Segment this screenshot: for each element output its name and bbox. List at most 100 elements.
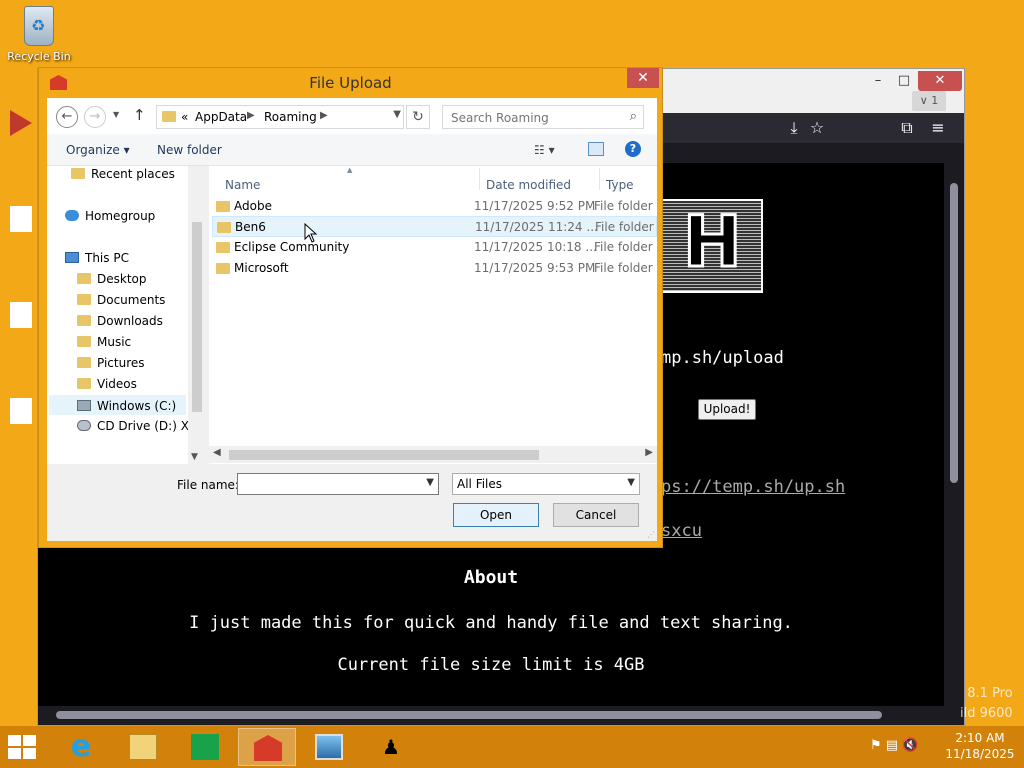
breadcrumb-overflow[interactable]: « bbox=[181, 110, 188, 124]
scroll-left-icon[interactable]: ◀ bbox=[213, 447, 221, 458]
system-tray: ⚑ ▤ 🔇 bbox=[870, 738, 918, 753]
new-folder-button[interactable]: New folder bbox=[157, 143, 222, 157]
nav-item-label: Pictures bbox=[97, 356, 145, 370]
column-header-date-modified[interactable]: Date modified bbox=[486, 178, 571, 192]
nav-item-videos[interactable]: Videos bbox=[77, 374, 137, 394]
preview-pane-icon[interactable] bbox=[588, 142, 604, 156]
breadcrumb-appdata[interactable]: AppData bbox=[195, 110, 247, 124]
folder-icon bbox=[217, 222, 231, 233]
page-vertical-scrollbar[interactable] bbox=[944, 163, 964, 706]
terminal-taskbar-button[interactable]: ♟ bbox=[362, 728, 420, 766]
folder-icon bbox=[77, 273, 91, 284]
file-name-combo[interactable]: ▼ bbox=[237, 473, 439, 495]
file-type-select[interactable]: All Files ▼ bbox=[452, 473, 640, 495]
nav-item-downloads[interactable]: Downloads bbox=[77, 311, 163, 331]
nav-item-label: Downloads bbox=[97, 314, 163, 328]
action-center-flag-icon[interactable]: ⚑ bbox=[870, 738, 882, 753]
desktop-shortcut-icon[interactable] bbox=[10, 110, 32, 136]
system-clock[interactable]: 2:10 AM 11/18/2025 bbox=[940, 730, 1020, 762]
nav-item-homegroup[interactable]: Homegroup bbox=[65, 206, 155, 226]
bookmark-star-icon[interactable]: ☆ bbox=[806, 117, 828, 139]
desktop-shortcut-icon[interactable] bbox=[10, 302, 32, 328]
up-arrow-icon[interactable]: ↑ bbox=[133, 106, 146, 124]
page-horizontal-scrollbar[interactable] bbox=[38, 706, 964, 725]
column-divider[interactable] bbox=[479, 168, 480, 190]
file-explorer-icon bbox=[129, 734, 157, 760]
nav-pane-scrollbar[interactable]: ▼ bbox=[188, 166, 205, 464]
file-name-input[interactable] bbox=[241, 475, 421, 493]
back-button[interactable]: ← bbox=[56, 106, 78, 128]
column-divider[interactable] bbox=[599, 168, 600, 190]
menu-icon[interactable]: ≡ bbox=[927, 117, 949, 139]
scroll-right-icon[interactable]: ▶ bbox=[645, 447, 653, 458]
scroll-thumb[interactable] bbox=[56, 711, 882, 719]
scroll-down-icon[interactable]: ▼ bbox=[191, 452, 198, 462]
address-dropdown-icon[interactable]: ▼ bbox=[393, 109, 401, 120]
nav-item-label: Desktop bbox=[97, 272, 147, 286]
refresh-button[interactable]: ↻ bbox=[406, 105, 430, 129]
volume-muted-icon[interactable]: 🔇 bbox=[902, 738, 918, 753]
desktop-shortcut-icon[interactable] bbox=[10, 398, 32, 424]
app-taskbar-button[interactable] bbox=[238, 728, 296, 766]
start-button[interactable] bbox=[8, 735, 38, 761]
search-input[interactable] bbox=[449, 110, 619, 126]
extensions-icon[interactable]: ⧉ bbox=[896, 117, 918, 139]
forward-button[interactable]: → bbox=[84, 106, 106, 128]
file-date: 11/17/2025 9:53 PM bbox=[474, 261, 596, 275]
store-taskbar-button[interactable] bbox=[176, 728, 234, 766]
nav-item-this-pc[interactable]: This PC bbox=[65, 248, 129, 268]
network-icon[interactable]: ▤ bbox=[886, 738, 898, 753]
search-box[interactable]: ⌕ bbox=[442, 105, 644, 129]
nav-item-windows-c[interactable]: Windows (C:) bbox=[49, 395, 186, 415]
resize-grip-icon[interactable]: ⋰ bbox=[647, 530, 655, 539]
breadcrumb-separator-icon[interactable]: ▶ bbox=[320, 110, 328, 121]
organize-button[interactable]: Organize ▾ bbox=[66, 143, 130, 157]
scroll-thumb[interactable] bbox=[229, 450, 539, 460]
nav-item-desktop[interactable]: Desktop bbox=[77, 269, 147, 289]
nav-item-recent-places[interactable]: Recent places bbox=[71, 166, 175, 184]
nav-item-pictures[interactable]: Pictures bbox=[77, 353, 145, 373]
downloads-icon[interactable]: ⤓ bbox=[783, 117, 805, 139]
nav-item-cd-drive[interactable]: CD Drive (D:) X16 bbox=[77, 416, 204, 436]
recycle-bin-icon[interactable]: Recycle Bin bbox=[6, 6, 72, 63]
scroll-thumb[interactable] bbox=[950, 183, 958, 483]
dialog-titlebar[interactable]: File Upload ✕ bbox=[39, 68, 662, 98]
file-name: Microsoft bbox=[234, 261, 289, 275]
dialog-close-button[interactable]: ✕ bbox=[627, 68, 659, 88]
open-button[interactable]: Open bbox=[453, 503, 539, 527]
nav-item-documents[interactable]: Documents bbox=[77, 290, 165, 310]
column-header-type[interactable]: Type bbox=[606, 178, 634, 192]
file-list: ▲ Name Date modified Type Adobe 11/17/20… bbox=[209, 166, 657, 464]
tab-list-button[interactable]: ∨ 1 bbox=[912, 91, 946, 111]
photos-taskbar-button[interactable] bbox=[300, 728, 358, 766]
address-bar[interactable]: « AppData ▶ Roaming ▶ ▼ bbox=[156, 105, 404, 129]
file-row[interactable]: Adobe 11/17/2025 9:52 PM File folder bbox=[212, 196, 657, 217]
desktop-shortcut-icon[interactable] bbox=[10, 206, 32, 232]
minimize-button[interactable]: – bbox=[864, 71, 892, 91]
nav-item-music[interactable]: Music bbox=[77, 332, 131, 352]
cancel-button[interactable]: Cancel bbox=[553, 503, 639, 527]
view-options-button[interactable]: ☷ ▾ bbox=[534, 143, 555, 157]
breadcrumb-separator-icon[interactable]: ▶ bbox=[247, 110, 255, 121]
breadcrumb-roaming[interactable]: Roaming bbox=[264, 110, 317, 124]
chevron-down-icon: ▼ bbox=[627, 477, 635, 488]
scroll-thumb[interactable] bbox=[192, 222, 202, 412]
file-list-horizontal-scrollbar[interactable]: ◀ ▶ bbox=[209, 446, 657, 463]
help-icon[interactable]: ? bbox=[625, 141, 641, 157]
computer-icon bbox=[65, 252, 79, 263]
file-name: Ben6 bbox=[235, 220, 266, 234]
file-row[interactable]: Ben6 11/17/2025 11:24 ... File folder bbox=[212, 216, 657, 237]
column-header-name[interactable]: Name bbox=[225, 178, 260, 192]
file-row[interactable]: Microsoft 11/17/2025 9:53 PM File folder bbox=[212, 258, 657, 279]
script-link[interactable]: ps://temp.sh/up.sh bbox=[661, 477, 845, 497]
file-explorer-taskbar-button[interactable] bbox=[114, 728, 172, 766]
internet-explorer-taskbar-button[interactable]: e bbox=[52, 728, 110, 766]
sxcu-link[interactable]: sxcu bbox=[661, 521, 702, 541]
upload-button[interactable]: Upload! bbox=[698, 399, 756, 420]
clock-time: 2:10 AM bbox=[955, 731, 1005, 745]
chevron-down-icon[interactable]: ▼ bbox=[426, 477, 434, 488]
close-button[interactable]: ✕ bbox=[918, 71, 962, 91]
recent-locations-chevron-icon[interactable]: ▼ bbox=[113, 110, 119, 119]
file-row[interactable]: Eclipse Community 11/17/2025 10:18 ... F… bbox=[212, 237, 657, 258]
maximize-button[interactable]: □ bbox=[890, 71, 918, 91]
